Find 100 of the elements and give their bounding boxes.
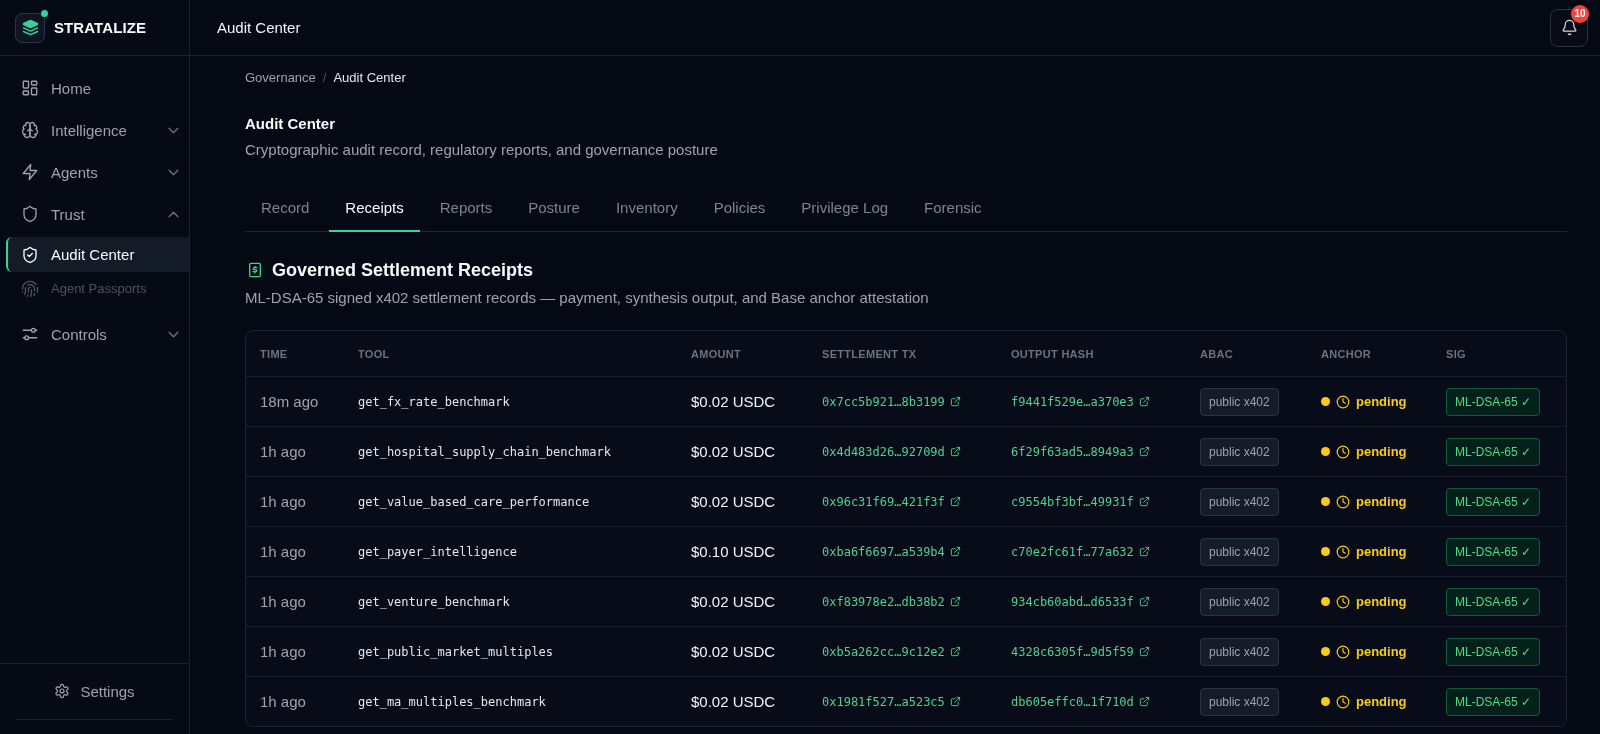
column-header: SETTLEMENT TX xyxy=(822,347,917,360)
anchor-status: pending xyxy=(1356,494,1407,509)
amount-cell: $0.10 USDC xyxy=(691,543,776,560)
sliders-icon xyxy=(21,325,39,343)
settlement-tx-link[interactable]: 0x7cc5b921…8b3199 xyxy=(822,394,961,409)
abac-badge: public x402 xyxy=(1200,537,1279,566)
external-link-icon xyxy=(1138,546,1150,557)
tab[interactable]: Inventory xyxy=(599,184,694,232)
brand-name: STRATALIZE xyxy=(54,19,147,36)
settlement-tx-link[interactable]: 0xf83978e2…db38b2 xyxy=(822,594,961,609)
column-header: TOOL xyxy=(358,347,390,360)
fingerprint-icon xyxy=(21,279,39,298)
gear-icon xyxy=(54,683,71,699)
anchor-status: pending xyxy=(1356,444,1407,459)
time-cell: 1h ago xyxy=(260,493,306,510)
status-dot-icon xyxy=(1321,547,1330,556)
clock-icon xyxy=(1336,394,1350,409)
abac-badge: public x402 xyxy=(1200,637,1279,666)
nav-item[interactable]: Agents xyxy=(0,151,189,193)
signature-badge: ML-DSA-65 ✓ xyxy=(1446,637,1541,666)
status-dot-icon xyxy=(1321,497,1330,506)
clock-icon xyxy=(1336,494,1350,509)
output-hash-link[interactable]: 934cb60abd…d6533f xyxy=(1011,594,1150,609)
tool-name: get_value_based_care_performance xyxy=(358,494,590,509)
time-cell: 1h ago xyxy=(260,543,306,560)
anchor-status: pending xyxy=(1356,394,1407,409)
output-hash-link[interactable]: c9554bf3bf…49931f xyxy=(1011,494,1150,509)
section-title: Governed Settlement Receipts xyxy=(272,259,534,282)
tool-name: get_fx_rate_benchmark xyxy=(358,394,510,409)
external-link-icon xyxy=(949,646,961,657)
anchor-status: pending xyxy=(1356,594,1407,609)
status-dot-icon xyxy=(1321,447,1330,456)
shield-icon xyxy=(21,205,39,223)
amount-cell: $0.02 USDC xyxy=(691,593,776,610)
output-hash-link[interactable]: 6f29f63ad5…8949a3 xyxy=(1011,444,1150,459)
tool-name: get_venture_benchmark xyxy=(358,594,510,609)
notifications-button[interactable]: 10 xyxy=(1550,8,1588,47)
settlement-tx-link[interactable]: 0xb5a262cc…9c12e2 xyxy=(822,644,961,659)
tab[interactable]: Posture xyxy=(512,184,596,232)
tab[interactable]: Policies xyxy=(697,184,782,232)
tool-name: get_public_market_multiples xyxy=(358,644,554,659)
status-dot-icon xyxy=(1321,597,1330,606)
tab[interactable]: Receipts xyxy=(329,184,420,232)
output-hash-link[interactable]: db605effc0…1f710d xyxy=(1011,694,1150,709)
breadcrumb-link[interactable]: Governance xyxy=(245,69,316,87)
nav-item[interactable]: Controls xyxy=(0,313,189,355)
tab[interactable]: Reports xyxy=(423,184,509,232)
column-header: OUTPUT HASH xyxy=(1011,347,1094,360)
column-header: ABAC xyxy=(1200,347,1233,360)
abac-badge: public x402 xyxy=(1200,587,1279,616)
tab[interactable]: Privilege Log xyxy=(785,184,905,232)
time-cell: 1h ago xyxy=(260,643,306,660)
external-link-icon xyxy=(1138,596,1150,607)
nav-item[interactable]: Trust xyxy=(0,193,189,235)
nav-item[interactable]: Audit Center xyxy=(6,237,189,272)
layers-icon xyxy=(15,12,45,43)
status-dot-icon xyxy=(41,9,48,17)
status-dot-icon xyxy=(1321,697,1330,706)
status-dot-icon xyxy=(1321,397,1330,406)
tool-name: get_hospital_supply_chain_benchmark xyxy=(358,444,611,459)
clock-icon xyxy=(1336,594,1350,609)
external-link-icon xyxy=(949,446,961,457)
external-link-icon xyxy=(949,496,961,507)
output-hash-link[interactable]: 4328c6305f…9d5f59 xyxy=(1011,644,1150,659)
anchor-status: pending xyxy=(1356,544,1407,559)
breadcrumb-current: Audit Center xyxy=(333,69,406,87)
external-link-icon xyxy=(1138,696,1150,707)
external-link-icon xyxy=(1138,496,1150,507)
amount-cell: $0.02 USDC xyxy=(691,493,776,510)
clock-icon xyxy=(1336,694,1350,709)
external-link-icon xyxy=(949,696,961,707)
settlement-tx-link[interactable]: 0x96c31f69…421f3f xyxy=(822,494,961,509)
nav-item[interactable]: Home xyxy=(0,67,189,109)
signature-badge: ML-DSA-65 ✓ xyxy=(1446,587,1541,616)
abac-badge: public x402 xyxy=(1200,387,1279,416)
shield-check-icon xyxy=(21,245,39,264)
lightning-icon xyxy=(21,163,39,181)
settlement-tx-link[interactable]: 0x1981f527…a523c5 xyxy=(822,694,961,709)
settings-button[interactable]: Settings xyxy=(46,674,143,708)
tool-name: get_payer_intelligence xyxy=(358,544,517,559)
external-link-icon xyxy=(1138,446,1150,457)
output-hash-link[interactable]: f9441f529e…a370e3 xyxy=(1011,394,1150,409)
time-cell: 18m ago xyxy=(260,393,319,410)
clock-icon xyxy=(1336,544,1350,559)
amount-cell: $0.02 USDC xyxy=(691,643,776,660)
tool-name: get_ma_multiples_benchmark xyxy=(358,694,546,709)
anchor-status: pending xyxy=(1356,694,1407,709)
tab[interactable]: Forensic xyxy=(908,184,998,232)
anchor-status: pending xyxy=(1356,644,1407,659)
abac-badge: public x402 xyxy=(1200,487,1279,516)
signature-badge: ML-DSA-65 ✓ xyxy=(1446,537,1541,566)
output-hash-link[interactable]: c70e2fc61f…77a632 xyxy=(1011,544,1150,559)
bell-icon xyxy=(1560,19,1578,36)
nav-item[interactable]: Intelligence xyxy=(0,109,189,151)
settlement-tx-link[interactable]: 0xba6f6697…a539b4 xyxy=(822,544,961,559)
settlement-tx-link[interactable]: 0x4d483d26…92709d xyxy=(822,444,961,459)
time-cell: 1h ago xyxy=(260,693,306,710)
amount-cell: $0.02 USDC xyxy=(691,443,776,460)
page-title: Audit Center xyxy=(245,114,336,134)
tab[interactable]: Record xyxy=(245,184,326,232)
